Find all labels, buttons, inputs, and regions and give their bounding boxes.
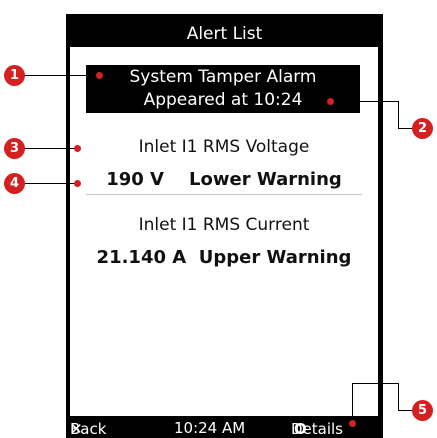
callout-dot-1 xyxy=(96,72,103,79)
sensor-reading[interactable]: 21.140 A Upper Warning xyxy=(70,247,378,268)
alert-time: Appeared at 10:24 xyxy=(143,90,303,110)
callout-line-2d xyxy=(398,128,412,129)
top-strip xyxy=(66,0,383,14)
divider xyxy=(86,194,362,195)
callout-badge-5: 5 xyxy=(412,400,433,421)
callout-line-3 xyxy=(25,148,75,149)
sensor-value: 21.140 A xyxy=(96,247,187,268)
callout-dot-2 xyxy=(327,98,334,105)
sensor-status: Upper Warning xyxy=(198,247,352,268)
callout-dot-3 xyxy=(74,145,81,152)
callout-line-5c xyxy=(398,383,399,410)
callout-badge-2: 2 xyxy=(412,118,433,139)
sensor-value: 190 V xyxy=(106,169,164,190)
clock-time: 10:24 AM xyxy=(174,419,246,437)
callout-line-2c xyxy=(398,101,399,129)
back-label: Back xyxy=(70,420,107,438)
sensor-reading[interactable]: 190 V Lower Warning xyxy=(70,169,378,190)
soft-key-bar: ✕ Back 10:24 AM Details O xyxy=(66,418,383,438)
callout-line-5b xyxy=(352,383,353,423)
callout-line-5a xyxy=(352,383,398,384)
alert-name: System Tamper Alarm xyxy=(129,67,317,87)
screen-title: Alert List xyxy=(186,24,263,44)
callout-line-4 xyxy=(25,183,75,184)
callout-line-1 xyxy=(25,75,99,76)
device-display: Alert List System Tamper Alarm Appeared … xyxy=(66,0,383,438)
callout-line-2b xyxy=(332,101,399,102)
callout-badge-4: 4 xyxy=(4,173,25,194)
callout-badge-3: 3 xyxy=(4,138,25,159)
callout-dot-4 xyxy=(74,180,81,187)
callout-dot-5 xyxy=(349,420,356,427)
sensor-label: Inlet I1 RMS Voltage xyxy=(138,137,310,157)
callout-line-5d xyxy=(398,410,412,411)
circle-icon: O xyxy=(294,420,307,438)
sensor-status: Lower Warning xyxy=(189,169,342,190)
callout-badge-1: 1 xyxy=(4,65,25,86)
selected-alert-item[interactable]: System Tamper Alarm Appeared at 10:24 xyxy=(86,65,360,113)
sensor-label: Inlet I1 RMS Current xyxy=(138,215,310,235)
